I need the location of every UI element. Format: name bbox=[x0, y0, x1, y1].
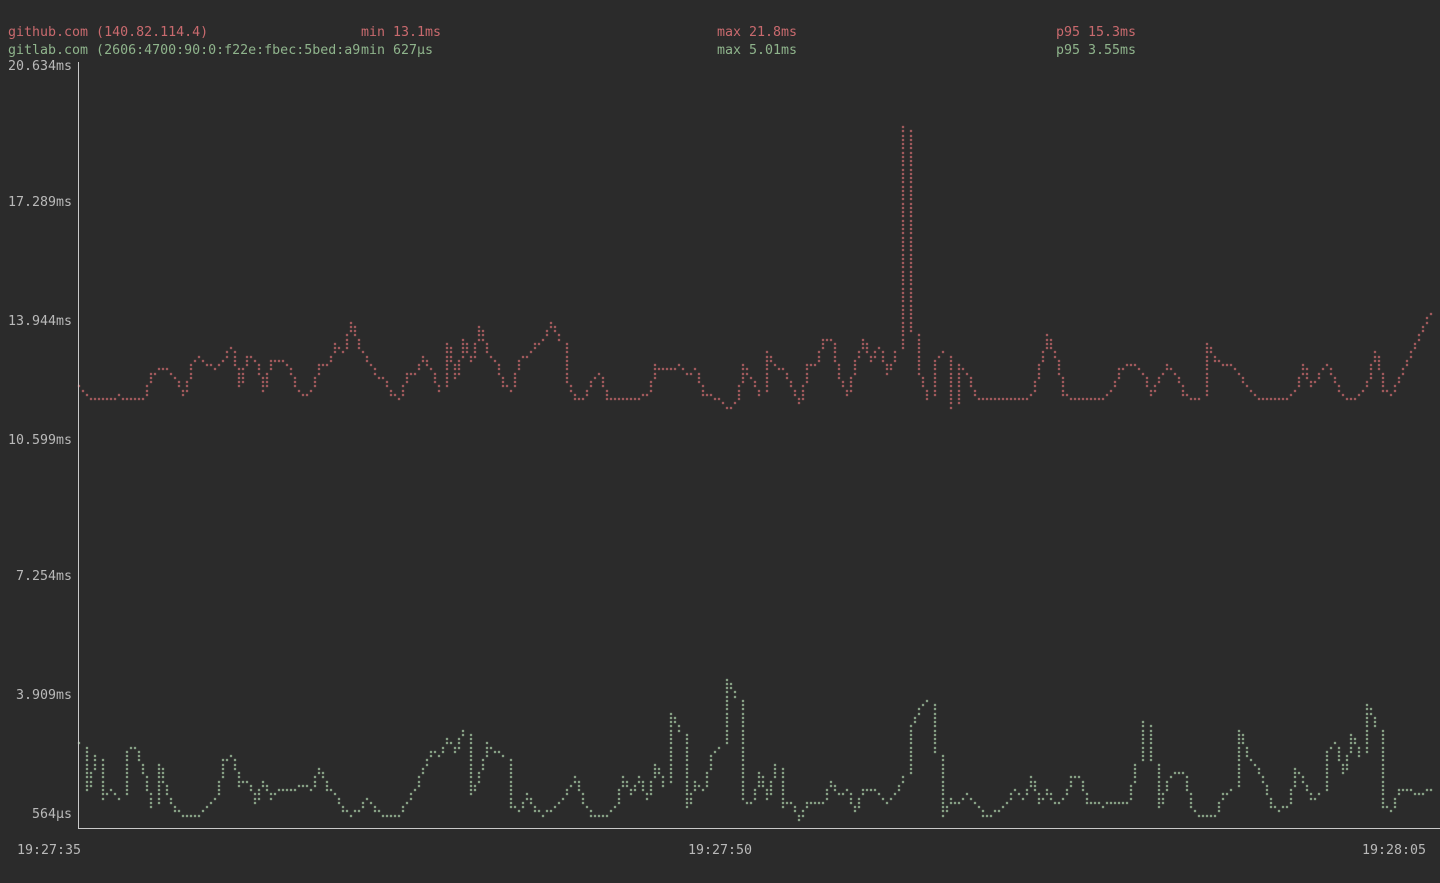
y-axis-label-564us: 564µs bbox=[0, 807, 72, 823]
y-axis-label-7254: 7.254ms bbox=[0, 569, 72, 585]
y-axis-label-10599: 10.599ms bbox=[0, 433, 72, 449]
x-axis-line bbox=[78, 828, 1440, 829]
target-github-p95-stat: p95 15.3ms bbox=[1056, 25, 1136, 41]
latency-chart-canvas bbox=[0, 0, 1440, 883]
x-axis-label-start: 19:27:35 bbox=[17, 843, 81, 859]
target-gitlab-min-stat: min 627µs bbox=[361, 43, 433, 59]
y-axis-line bbox=[78, 62, 79, 828]
y-axis-label-17289: 17.289ms bbox=[0, 195, 72, 211]
x-axis-label-end: 19:28:05 bbox=[1306, 843, 1426, 859]
gping-terminal-screen: github.com (140.82.114.4) min 13.1ms max… bbox=[0, 0, 1440, 883]
target-gitlab-p95-stat: p95 3.55ms bbox=[1056, 43, 1136, 59]
y-axis-label-20634: 20.634ms bbox=[0, 59, 72, 75]
target-gitlab-max-stat: max 5.01ms bbox=[717, 43, 797, 59]
y-axis-label-13944: 13.944ms bbox=[0, 314, 72, 330]
target-github-max-stat: max 21.8ms bbox=[717, 25, 797, 41]
target-github-host: github.com (140.82.114.4) bbox=[8, 25, 360, 41]
y-axis-label-3909: 3.909ms bbox=[0, 688, 72, 704]
target-gitlab-host: gitlab.com (2606:4700:90:0:f22e:fbec:5be… bbox=[8, 43, 360, 59]
target-github-min-stat: min 13.1ms bbox=[361, 25, 441, 41]
x-axis-label-center: 19:27:50 bbox=[650, 843, 790, 859]
